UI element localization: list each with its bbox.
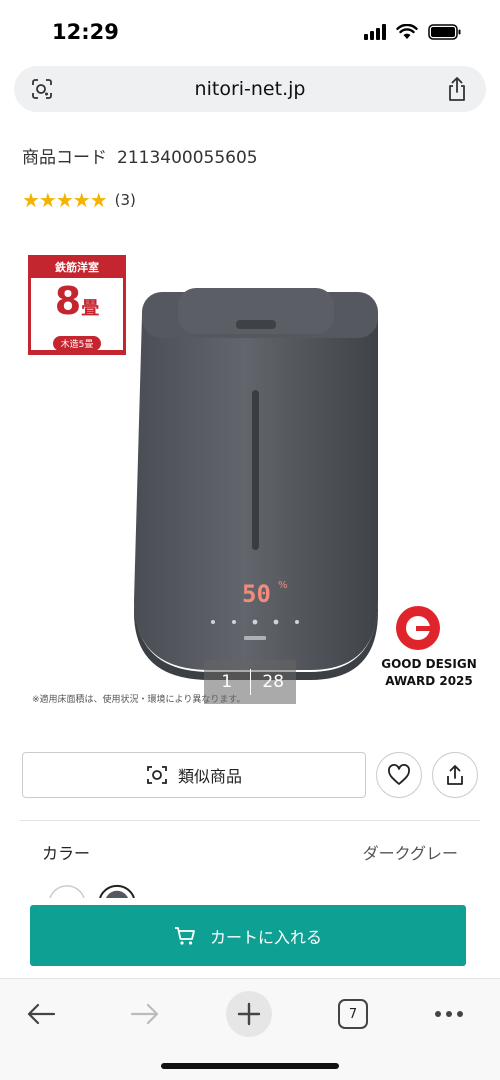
award-line-1: GOOD DESIGN — [381, 657, 477, 671]
product-image-carousel[interactable]: 鉄筋洋室 8畳 木造5畳 50 % GOOD DESIGN AWARD 2025… — [20, 240, 480, 710]
status-time: 12:29 — [52, 20, 119, 44]
rating[interactable]: ★★★★★ (3) — [22, 188, 136, 212]
image-counter-total: 28 — [262, 672, 285, 692]
color-swatch-row[interactable] — [48, 882, 208, 898]
tabs-button[interactable]: 7 — [328, 991, 378, 1037]
wifi-icon — [396, 24, 418, 39]
home-indicator — [161, 1063, 339, 1069]
signal-icon — [364, 24, 386, 40]
product-code-label: 商品コード — [22, 148, 107, 168]
color-value: ダークグレー — [362, 844, 458, 863]
status-icons — [364, 24, 462, 40]
arrow-right-icon — [130, 1003, 159, 1025]
cart-icon — [174, 926, 195, 945]
heart-icon — [388, 764, 410, 785]
image-counter-current: 1 — [221, 672, 233, 692]
divider — [20, 820, 480, 821]
share-button[interactable] — [432, 752, 478, 798]
address-bar[interactable]: nitori-net.jp — [14, 66, 486, 112]
forward-button[interactable] — [120, 991, 170, 1037]
similar-products-button[interactable]: 類似商品 — [22, 752, 366, 798]
plus-icon — [226, 991, 272, 1037]
similar-products-label: 類似商品 — [177, 767, 242, 786]
arrow-left-icon — [27, 1003, 56, 1025]
scan-icon — [147, 766, 167, 784]
battery-icon — [428, 24, 461, 40]
back-button[interactable] — [16, 991, 66, 1037]
rating-count[interactable]: (3) — [115, 191, 136, 209]
add-to-cart-button[interactable]: カートに入れる — [30, 905, 466, 966]
share-icon — [447, 765, 463, 785]
award-line-2: AWARD 2025 — [385, 674, 473, 688]
humidity-display-unit: % — [278, 580, 288, 591]
share-icon[interactable] — [446, 76, 468, 102]
product-code: 商品コード 2113400055605 — [22, 143, 258, 168]
favorite-button[interactable] — [376, 752, 422, 798]
good-design-mark — [396, 606, 440, 650]
more-button[interactable] — [424, 991, 474, 1037]
product-code-value: 2113400055605 — [117, 148, 258, 168]
humidifier-image: 50 % — [134, 288, 440, 680]
add-to-cart-label: カートに入れる — [209, 927, 322, 947]
new-tab-button[interactable] — [224, 991, 274, 1037]
color-label: カラー — [42, 844, 91, 863]
image-counter: 1 28 — [204, 660, 296, 704]
more-icon — [435, 1011, 463, 1017]
humidity-display: 50 — [242, 580, 271, 608]
star-rating-icon: ★★★★★ — [22, 188, 108, 212]
tab-count: 7 — [338, 999, 368, 1029]
url-text[interactable]: nitori-net.jp — [14, 78, 486, 100]
good-design-award-logo: GOOD DESIGN AWARD 2025 — [374, 656, 484, 690]
status-bar: 12:29 — [0, 0, 500, 64]
